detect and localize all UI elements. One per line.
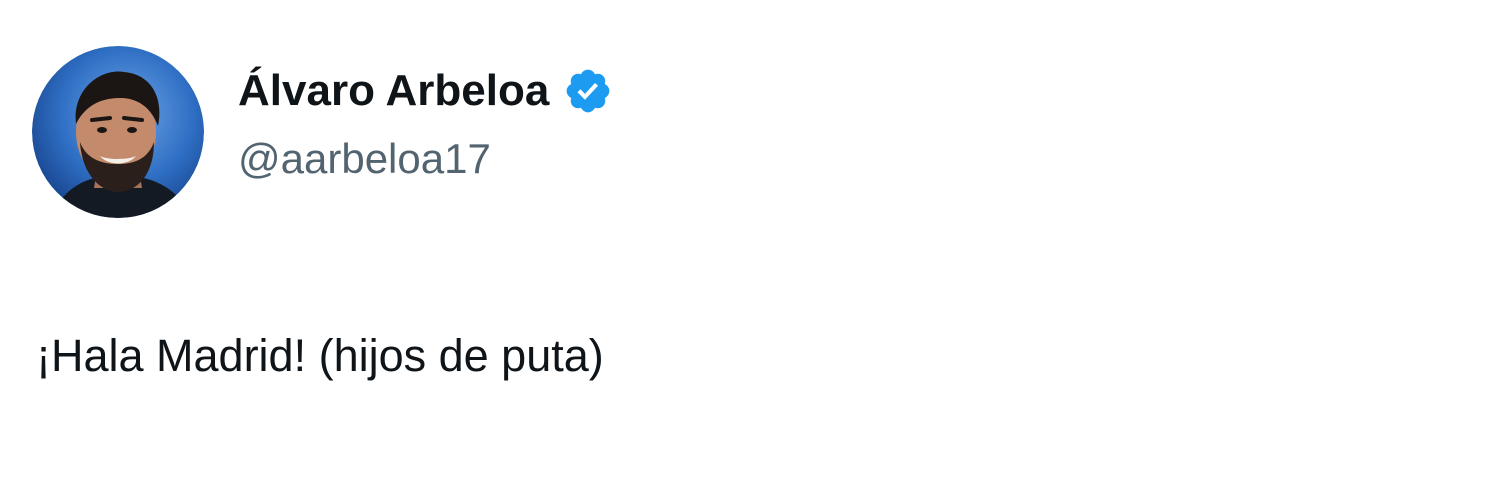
author-display-name[interactable]: Álvaro Arbeloa [238, 65, 549, 117]
author-identity: Álvaro Arbeloa @aarbeloa17 [238, 65, 613, 185]
author-name-row: Álvaro Arbeloa [238, 65, 613, 117]
tweet-header: Álvaro Arbeloa @aarbeloa17 [32, 46, 613, 218]
tweet-card[interactable]: Álvaro Arbeloa @aarbeloa17 ¡Hala Madrid!… [0, 0, 1499, 499]
author-handle[interactable]: @aarbeloa17 [238, 133, 613, 185]
avatar[interactable] [32, 46, 204, 218]
tweet-text: ¡Hala Madrid! (hijos de puta) [36, 330, 604, 381]
verified-badge-icon [567, 69, 610, 113]
